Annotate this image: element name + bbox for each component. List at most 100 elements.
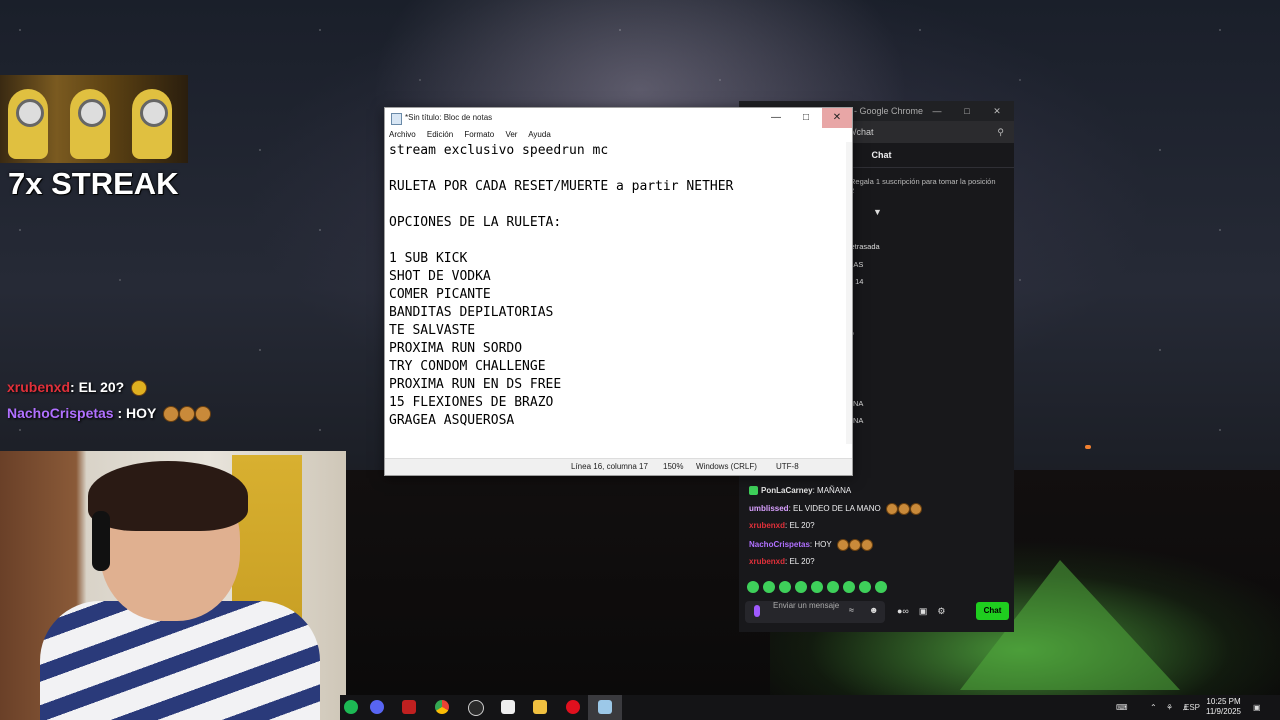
notepad-menu: Archivo Edición Formato Ver Ayuda bbox=[385, 128, 852, 142]
notepad-statusbar: Línea 16, columna 17 150% Windows (CRLF)… bbox=[385, 458, 852, 475]
maximize-icon[interactable]: □ bbox=[953, 101, 981, 121]
text-line: 1 SUB KICK bbox=[389, 251, 468, 266]
menu-item-ayuda[interactable]: Ayuda bbox=[528, 130, 551, 139]
emote-icon[interactable] bbox=[859, 581, 871, 593]
taskbar: ⌨ ⌃ ⚘ ♬ ESP 10:25 PM 11/9/2025 ▣ bbox=[340, 695, 1280, 720]
translate-icon[interactable]: ≈ bbox=[849, 605, 854, 615]
notepad-title: *Sin título: Bloc de notas bbox=[405, 113, 493, 122]
chat-message: NachoCrispetas: HOY bbox=[749, 539, 873, 551]
text-line: OPCIONES DE LA RULETA: bbox=[389, 215, 562, 230]
emote-icon[interactable] bbox=[779, 581, 791, 593]
clock-date: 11/9/2025 bbox=[1206, 707, 1241, 716]
minimize-icon[interactable]: — bbox=[923, 101, 951, 121]
minimize-icon[interactable]: — bbox=[761, 108, 791, 128]
emote-icon[interactable] bbox=[811, 581, 823, 593]
emote-icon[interactable] bbox=[843, 581, 855, 593]
search-icon[interactable]: ⚲ bbox=[997, 121, 1004, 143]
points-icon[interactable]: ●∞ bbox=[897, 606, 909, 616]
chat-message: PonLaCarney: MAÑANA bbox=[749, 486, 851, 496]
overlay-chat-line: NachoCrispetas : HOY bbox=[7, 405, 212, 423]
microphone-icon[interactable] bbox=[754, 605, 760, 617]
overlay-chat-text: HOY bbox=[126, 405, 157, 421]
app-icon[interactable] bbox=[501, 700, 515, 714]
text-line: TRY CONDOM CHALLENGE bbox=[389, 359, 546, 374]
pinned-message: Regala 1 suscripción para tomar la posic… bbox=[850, 177, 996, 195]
maximize-icon[interactable]: □ bbox=[791, 108, 821, 128]
chat-send-button[interactable]: Chat bbox=[976, 602, 1009, 620]
minions-gif bbox=[0, 75, 188, 163]
chat-tools: ●∞ ▣ ⚙ bbox=[897, 606, 955, 617]
emote-icon bbox=[848, 539, 861, 551]
menu-item-formato[interactable]: Formato bbox=[464, 130, 494, 139]
badge-icon bbox=[749, 486, 758, 496]
emote-icon[interactable] bbox=[747, 581, 759, 593]
gear-icon[interactable]: ⚙ bbox=[937, 606, 945, 616]
menu-item-edicion[interactable]: Edición bbox=[427, 130, 453, 139]
store-icon[interactable]: ▣ bbox=[919, 606, 928, 616]
text-line bbox=[389, 196, 839, 214]
emote-icon bbox=[886, 503, 898, 515]
file-explorer-icon[interactable] bbox=[533, 700, 547, 714]
close-icon[interactable]: ✕ bbox=[822, 108, 852, 128]
emote-icon bbox=[163, 406, 180, 423]
spotify-icon[interactable] bbox=[344, 700, 358, 714]
webcam-feed bbox=[0, 451, 346, 720]
menu-item-ver[interactable]: Ver bbox=[505, 130, 517, 139]
language-indicator[interactable]: ESP bbox=[1184, 695, 1200, 720]
network-icon[interactable]: ⚘ bbox=[1166, 695, 1173, 720]
chat-message: xrubenxd: EL 20? bbox=[749, 521, 815, 530]
opera-icon[interactable] bbox=[566, 700, 580, 714]
overlay-chat-user: NachoCrispetas bbox=[7, 405, 114, 421]
emote-icon bbox=[910, 503, 922, 515]
line-ending: Windows (CRLF) bbox=[696, 462, 757, 471]
emote-icon bbox=[179, 406, 196, 423]
text-line: PROXIMA RUN EN DS FREE bbox=[389, 377, 562, 392]
streak-counter: 7x STREAK bbox=[8, 166, 179, 201]
text-line: SHOT DE VODKA bbox=[389, 269, 491, 284]
chevron-up-icon[interactable]: ⌃ bbox=[1150, 695, 1157, 720]
close-icon[interactable]: ✕ bbox=[983, 101, 1011, 121]
obs-icon[interactable] bbox=[468, 700, 484, 716]
emote-icon bbox=[860, 539, 873, 551]
thinking-emoji-icon bbox=[131, 380, 148, 397]
chrome-icon[interactable] bbox=[435, 700, 449, 714]
emote-icon[interactable] bbox=[763, 581, 775, 593]
emote-icon[interactable] bbox=[827, 581, 839, 593]
overlay-chat-line: xrubenxd: EL 20? bbox=[7, 379, 148, 397]
chat-message: umblissed: EL VIDEO DE LA MANO bbox=[749, 503, 922, 515]
emote-icon[interactable] bbox=[875, 581, 887, 593]
cursor-position: Línea 16, columna 17 bbox=[571, 462, 648, 471]
emoji-picker-icon[interactable]: ☻ bbox=[869, 605, 878, 615]
encoding: UTF-8 bbox=[776, 462, 799, 471]
text-line: stream exclusivo speedrun mc bbox=[389, 143, 609, 158]
discord-icon[interactable] bbox=[370, 700, 384, 714]
notepad-taskbar-icon[interactable] bbox=[598, 700, 612, 714]
headset bbox=[92, 511, 110, 571]
notepad-window: *Sin título: Bloc de notas — □ ✕ Archivo… bbox=[384, 107, 853, 476]
system-clock[interactable]: 10:25 PM 11/9/2025 bbox=[1206, 697, 1241, 717]
horizon-light bbox=[1085, 445, 1091, 449]
keyboard-icon[interactable]: ⌨ bbox=[1116, 695, 1128, 720]
notifications-icon[interactable]: ▣ bbox=[1253, 695, 1261, 720]
chat-message: xrubenxd: EL 20? bbox=[749, 557, 815, 566]
text-line bbox=[389, 232, 839, 250]
voicemeeter-icon[interactable] bbox=[402, 700, 416, 714]
text-line: PROXIMA RUN SORDO bbox=[389, 341, 523, 356]
emote-icon bbox=[898, 503, 910, 515]
collapse-icon[interactable]: ▼ bbox=[873, 207, 882, 217]
chat-input-placeholder: Enviar un mensaje bbox=[773, 601, 840, 610]
overlay-chat-user: xrubenxd bbox=[7, 379, 71, 395]
streamer-hair bbox=[88, 461, 248, 531]
vertical-scrollbar[interactable] bbox=[846, 142, 852, 444]
chrome-window-title: t - Google Chrome bbox=[849, 106, 924, 116]
emote-bar bbox=[747, 581, 947, 595]
overlay-chat-text: EL 20? bbox=[78, 379, 125, 395]
text-line: GRAGEA ASQUEROSA bbox=[389, 413, 515, 428]
notepad-text-area[interactable]: stream exclusivo speedrun mc RULETA POR … bbox=[389, 142, 839, 432]
text-line: RULETA POR CADA RESET/MUERTE a partir NE… bbox=[389, 179, 734, 194]
chat-input[interactable]: Enviar un mensaje ≈ ☻ bbox=[745, 601, 885, 623]
menu-item-archivo[interactable]: Archivo bbox=[389, 130, 416, 139]
emote-icon[interactable] bbox=[795, 581, 807, 593]
text-line: COMER PICANTE bbox=[389, 287, 491, 302]
text-line: BANDITAS DEPILATORIAS bbox=[389, 305, 554, 320]
